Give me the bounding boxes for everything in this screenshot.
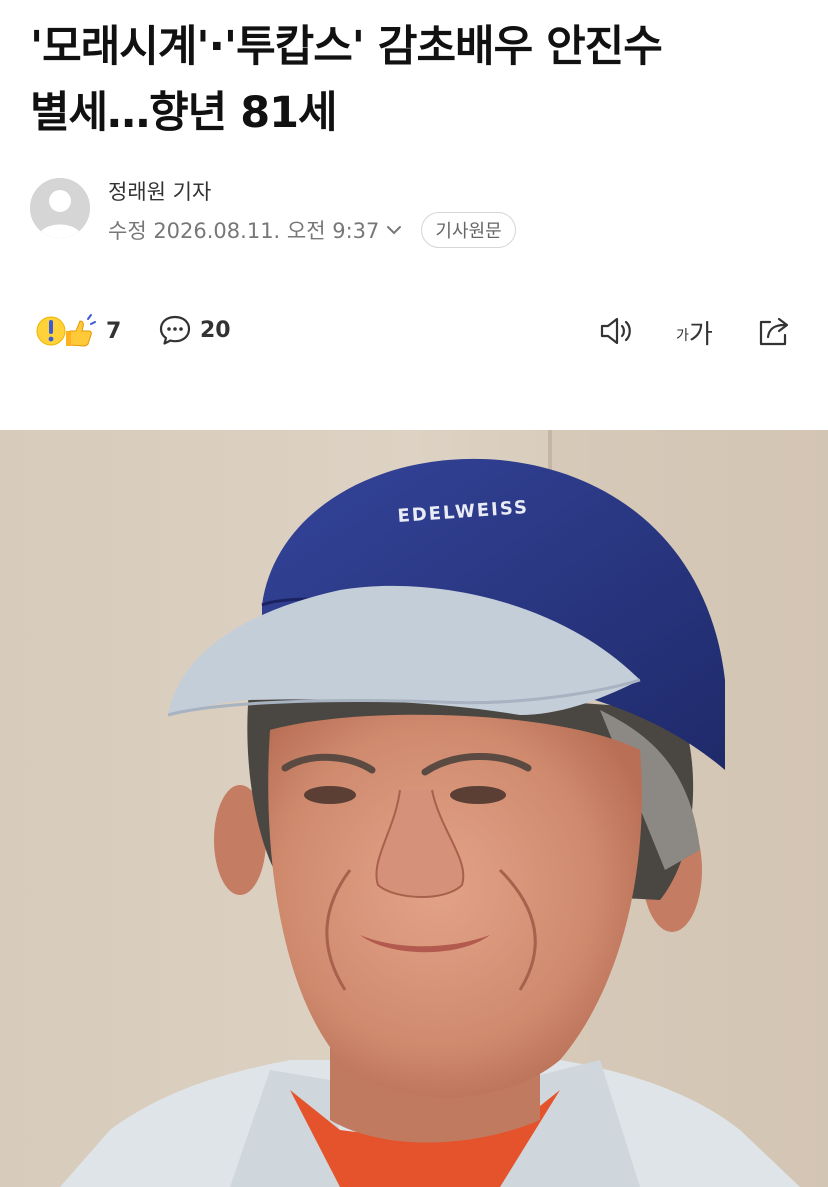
speaker-icon[interactable] <box>598 313 634 349</box>
reporter-name[interactable]: 정래원 기자 <box>108 176 211 206</box>
default-user-icon <box>30 178 90 238</box>
byline: 정래원 기자 수정 2026.08.11. 오전 9:37 기사원문 <box>30 176 810 248</box>
font-size-large-label: 가 <box>688 320 713 350</box>
comment-count: 20 <box>200 317 231 343</box>
reaction-button[interactable]: 7 <box>36 313 121 349</box>
reporter-avatar[interactable] <box>30 178 90 238</box>
portrait-image: EDELWEISS <box>0 430 828 1187</box>
original-article-button[interactable]: 기사원문 <box>421 212 516 248</box>
reaction-emoji-icons <box>36 313 96 349</box>
article-photo[interactable]: EDELWEISS <box>0 430 828 1187</box>
comment-button[interactable]: 20 <box>158 313 231 347</box>
updated-date[interactable]: 수정 2026.08.11. 오전 9:37 <box>108 215 379 245</box>
article-toolbar: 7 20 가 가 <box>30 305 798 355</box>
article-page: '모래시계'·'투캅스' 감초배우 안진수 별세…향년 81세 정래원 기자 수… <box>0 0 828 1187</box>
speech-bubble-icon <box>159 315 191 345</box>
font-size-button[interactable]: 가 가 <box>676 311 713 351</box>
date-row: 수정 2026.08.11. 오전 9:37 기사원문 <box>108 212 516 248</box>
article-headline: '모래시계'·'투캅스' 감초배우 안진수 별세…향년 81세 <box>30 22 663 138</box>
font-size-small-label: 가 <box>676 328 689 344</box>
reaction-count: 7 <box>106 318 122 344</box>
chevron-down-icon[interactable] <box>385 221 403 239</box>
share-arrow-icon[interactable] <box>756 313 792 349</box>
